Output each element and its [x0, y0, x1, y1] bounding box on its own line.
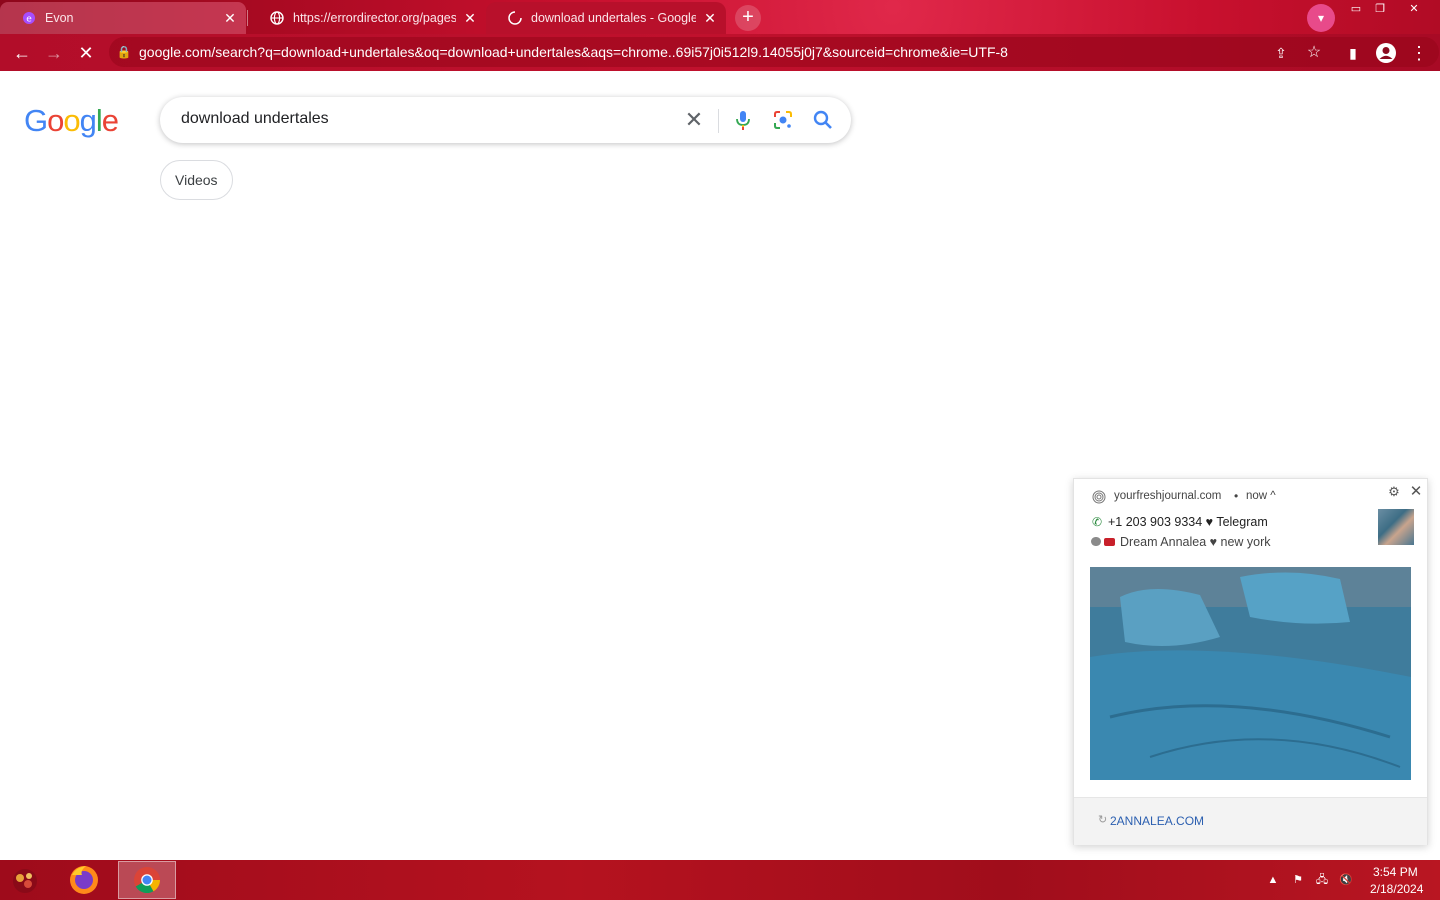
mic-icon[interactable]: [731, 108, 755, 132]
notification-photo: [1090, 567, 1411, 780]
push-notification[interactable]: yourfreshjournal.com • now ^ ⚙ ✕ ✆ +1 20…: [1073, 478, 1428, 845]
close-icon[interactable]: ✕: [1408, 482, 1424, 500]
firefox-icon[interactable]: [66, 863, 102, 897]
lens-icon[interactable]: [771, 108, 795, 132]
notification-footer: ↻ 2ANNALEA.COM: [1074, 797, 1427, 845]
logo-letter: g: [79, 103, 97, 138]
phone-icon: ✆: [1092, 515, 1103, 529]
settings-gear-icon[interactable]: ⚙: [1386, 484, 1402, 500]
google-logo[interactable]: Google: [24, 103, 119, 139]
tab-search-chevron-icon[interactable]: ▾: [1307, 4, 1335, 32]
network-icon[interactable]: 🖧: [1314, 872, 1330, 888]
browser-toolbar: ← → ✕ 🔒 google.com/search?q=download+und…: [0, 34, 1440, 71]
action-center-flag-icon[interactable]: ⚑: [1290, 872, 1306, 888]
site-fingerprint-icon: [1092, 490, 1106, 504]
notification-time[interactable]: now ^: [1246, 490, 1276, 502]
star-icon[interactable]: ☆: [1301, 40, 1327, 66]
minimize-icon[interactable]: ▭: [1345, 2, 1367, 16]
search-box[interactable]: download undertales ✕: [160, 97, 851, 143]
globe-icon: [270, 11, 284, 25]
tab-evon[interactable]: e Evon ✕: [0, 2, 246, 34]
clock-date[interactable]: 2/18/2024: [1370, 882, 1423, 896]
logo-letter: G: [24, 103, 48, 138]
tab-title: https://errordirector.org/pages/?: [293, 11, 456, 25]
tab-title: Evon: [45, 11, 74, 25]
search-divider: [718, 109, 719, 133]
tray-overflow-chevron-icon[interactable]: ▲: [1265, 872, 1281, 888]
notification-thumbnail: [1378, 509, 1414, 545]
notification-image[interactable]: [1090, 567, 1411, 780]
tab-google-search[interactable]: download undertales - Google Se ✕: [486, 2, 726, 34]
menu-kebab-icon[interactable]: ⋮: [1406, 40, 1432, 66]
restore-icon[interactable]: ❐: [1369, 2, 1391, 16]
svg-text:e: e: [26, 15, 32, 25]
notification-link[interactable]: 2ANNALEA.COM: [1110, 814, 1204, 828]
address-bar[interactable]: 🔒 google.com/search?q=download+undertale…: [109, 37, 1439, 67]
tab-title: download undertales - Google Se: [531, 11, 696, 25]
loading-spinner-icon: [508, 11, 522, 25]
start-orb-icon[interactable]: [8, 866, 42, 896]
logo-letter: e: [101, 103, 119, 138]
filter-chip-videos[interactable]: Videos: [160, 160, 233, 200]
taskbar: ▲ ⚑ 🖧 🔇 3:54 PM 2/18/2024: [0, 860, 1440, 900]
tab-close-icon[interactable]: ✕: [222, 10, 238, 27]
stop-icon[interactable]: ✕: [73, 40, 99, 66]
logo-letter: o: [47, 103, 64, 138]
notification-separator: •: [1234, 489, 1239, 503]
close-window-icon[interactable]: ✕: [1403, 2, 1425, 16]
tab-errordirector[interactable]: https://errordirector.org/pages/? ✕: [248, 2, 486, 34]
clear-icon[interactable]: ✕: [681, 107, 707, 133]
camera-icon: [1104, 538, 1115, 546]
notification-site: yourfreshjournal.com: [1114, 490, 1222, 502]
notification-title: +1 203 903 9334 ♥ Telegram: [1108, 515, 1268, 529]
link-icon: ↻: [1098, 814, 1108, 826]
logo-letter: o: [63, 103, 80, 138]
profile-icon[interactable]: [1373, 40, 1399, 66]
new-tab-plus-icon[interactable]: +: [735, 5, 761, 31]
share-icon[interactable]: ⇪: [1268, 40, 1294, 66]
chat-bubble-icon: [1091, 537, 1101, 546]
back-icon[interactable]: ←: [9, 40, 35, 66]
clock-time[interactable]: 3:54 PM: [1373, 865, 1418, 879]
url-text[interactable]: google.com/search?q=download+undertales&…: [139, 44, 1008, 60]
tab-strip: e Evon ✕ https://errordirector.org/pages…: [0, 0, 1440, 34]
sidepanel-icon[interactable]: ▮: [1340, 40, 1366, 66]
tab-close-icon[interactable]: ✕: [702, 10, 718, 27]
search-input[interactable]: download undertales: [181, 110, 329, 128]
tab-close-icon[interactable]: ✕: [462, 10, 478, 27]
forward-icon[interactable]: →: [41, 40, 67, 66]
search-icon[interactable]: [811, 108, 835, 132]
evon-favicon-icon: e: [23, 12, 35, 25]
chrome-icon: [134, 867, 161, 894]
volume-muted-icon[interactable]: 🔇: [1338, 872, 1354, 888]
notification-body: Dream Annalea ♥ new york: [1120, 535, 1271, 549]
lock-icon[interactable]: 🔒: [109, 45, 139, 59]
chrome-taskbar-button[interactable]: [118, 861, 176, 899]
